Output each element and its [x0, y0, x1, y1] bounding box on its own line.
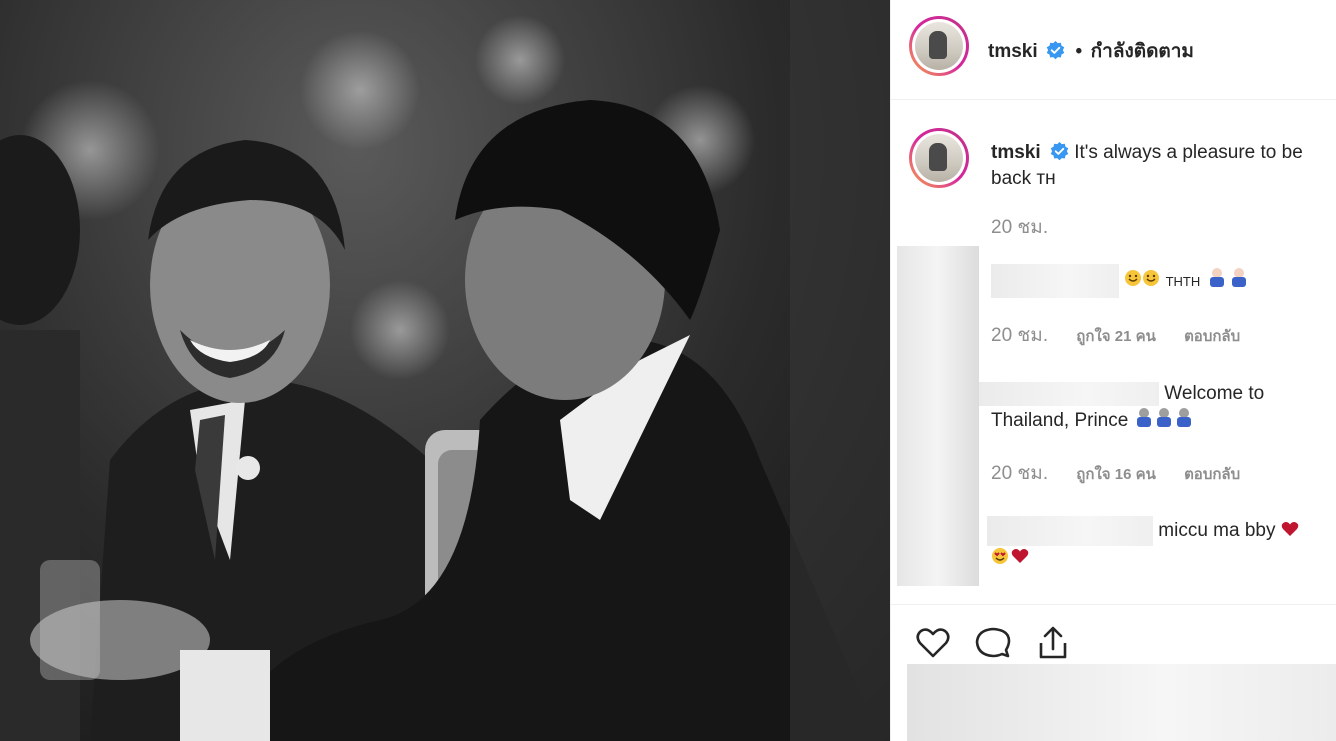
comment-meta: 20 ชม. ถูกใจ 21 คน ตอบกลับ: [991, 320, 1264, 350]
comment-item: miccu ma bby: [987, 516, 1331, 573]
photo-image: [0, 0, 890, 741]
comment-time[interactable]: 20 ชม.: [991, 463, 1048, 484]
comment-likes[interactable]: ถูกใจ 21 คน: [1076, 328, 1156, 345]
author-line: tmski • กำลังติดตาม: [988, 36, 1194, 66]
action-bar: [891, 604, 1336, 664]
verified-badge-icon: [1050, 142, 1069, 161]
caption-text-block: tmski It's always a pleasure to be back …: [991, 140, 1331, 192]
post-header: tmski • กำลังติดตาม: [891, 0, 1336, 100]
post-photo[interactable]: [0, 0, 890, 741]
comment-meta: 20 ชม. ถูกใจ 16 คน ตอบกลับ: [991, 458, 1264, 488]
comment-avatars-blurred: [897, 246, 979, 586]
heart-eyes-emoji-icon: [991, 546, 1031, 573]
comment-text: THTH: [1165, 274, 1201, 290]
likes-area-blurred: [907, 664, 1336, 741]
caption-username[interactable]: tmski: [991, 142, 1041, 163]
smile-emoji-icon: [1124, 268, 1160, 295]
author-avatar[interactable]: [909, 16, 969, 76]
heart-icon[interactable]: [913, 623, 953, 663]
verified-badge-icon: [1046, 41, 1065, 60]
praying-hands-emoji-icon: [1206, 267, 1252, 295]
comment-text-line2: Thailand, Prince: [991, 410, 1129, 432]
comment-icon[interactable]: [973, 623, 1013, 663]
praying-hands-emoji-icon: [1134, 407, 1194, 435]
reply-button[interactable]: ตอบกลับ: [1184, 466, 1240, 483]
comment-time[interactable]: 20 ชม.: [991, 325, 1048, 346]
post-side-panel: tmski • กำลังติดตาม tmski It's always a …: [890, 0, 1336, 741]
comment-text: miccu ma bby: [1158, 520, 1276, 542]
caption-time[interactable]: 20 ชม.: [991, 212, 1048, 242]
comment-likes[interactable]: ถูกใจ 16 คน: [1076, 466, 1156, 483]
comment-text-line1: Welcome to: [1164, 383, 1265, 404]
follow-separator: •: [1075, 41, 1083, 62]
comment-item: THTH: [991, 264, 1331, 298]
comment-username-blurred[interactable]: [987, 516, 1153, 546]
comment-username-blurred[interactable]: [991, 264, 1119, 298]
following-button[interactable]: กำลังติดตาม: [1091, 41, 1194, 62]
reply-button[interactable]: ตอบกลับ: [1184, 328, 1240, 345]
share-icon[interactable]: [1033, 623, 1073, 663]
comment-item: Welcome to Thailand, Prince: [979, 380, 1331, 435]
comment-username-blurred[interactable]: [979, 381, 1159, 406]
red-heart-emoji-icon: [1281, 518, 1299, 545]
caption-avatar[interactable]: [909, 128, 969, 188]
author-username[interactable]: tmski: [988, 41, 1038, 62]
